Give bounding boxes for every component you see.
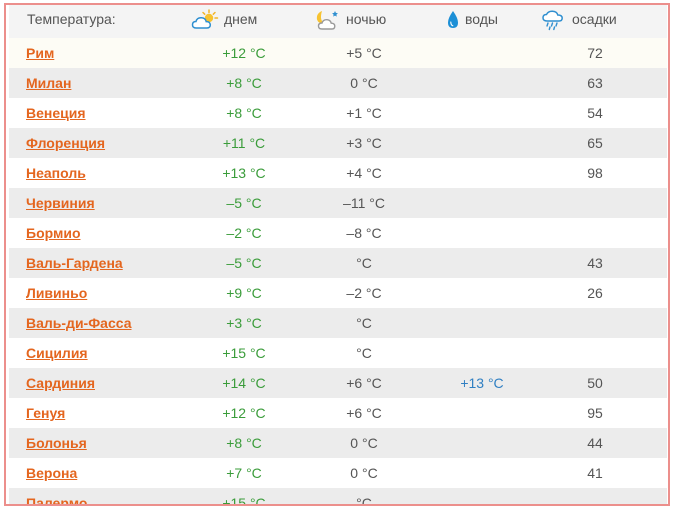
table-row: Сицилия +15 °C °C (9, 338, 667, 368)
water-temperature: +13 °C (460, 375, 504, 391)
night-temperature: °C (356, 255, 372, 271)
header-night-cell: ночью (311, 5, 386, 34)
rain-cloud-icon (541, 9, 567, 31)
table-row: Неаполь +13 °C +4 °C 98 (9, 158, 667, 188)
night-temperature: °C (356, 345, 372, 361)
day-temperature: +12 °C (222, 405, 266, 421)
water-drop-icon (446, 10, 460, 30)
city-link[interactable]: Верона (26, 458, 77, 488)
day-temperature: +8 °C (226, 105, 262, 121)
day-temperature: +14 °C (222, 375, 266, 391)
city-link[interactable]: Валь-Гардена (26, 248, 123, 278)
city-link[interactable]: Сардиния (26, 368, 95, 398)
night-temperature: +5 °C (346, 45, 382, 61)
night-temperature: °C (356, 315, 372, 331)
night-temperature: +4 °C (346, 165, 382, 181)
city-link[interactable]: Ливиньо (26, 278, 87, 308)
precipitation-value: 54 (587, 105, 603, 121)
table-row: Валь-Гардена –5 °C °C 43 (9, 248, 667, 278)
table-row: Флоренция +11 °C +3 °C 65 (9, 128, 667, 158)
header-water-cell: воды (446, 5, 498, 34)
city-link[interactable]: Флоренция (26, 128, 105, 158)
city-link[interactable]: Милан (26, 68, 71, 98)
night-temperature: +3 °C (346, 135, 382, 151)
night-temperature: +6 °C (346, 405, 382, 421)
city-link[interactable]: Валь-ди-Фасса (26, 308, 131, 338)
header-label-cell: Температура: (27, 5, 116, 34)
night-temperature: +6 °C (346, 375, 382, 391)
night-temperature: –2 °C (346, 285, 382, 301)
night-temperature: 0 °C (350, 435, 378, 451)
precipitation-value: 63 (587, 75, 603, 91)
day-temperature: +3 °C (226, 315, 262, 331)
precipitation-value: 44 (587, 435, 603, 451)
day-temperature: +15 °C (222, 495, 266, 506)
table-row: Валь-ди-Фасса +3 °C °C (9, 308, 667, 338)
precipitation-value: 95 (587, 405, 603, 421)
table-row: Верона +7 °C 0 °C 41 (9, 458, 667, 488)
water-label: воды (465, 11, 498, 27)
city-link[interactable]: Сицилия (26, 338, 88, 368)
precipitation-value: 43 (587, 255, 603, 271)
city-link[interactable]: Болонья (26, 428, 87, 458)
table-row: Бормио –2 °C –8 °C (9, 218, 667, 248)
table-row: Генуя +12 °C +6 °C 95 (9, 398, 667, 428)
day-temperature: –5 °C (226, 255, 262, 271)
day-label: днем (224, 11, 258, 27)
precipitation-value: 50 (587, 375, 603, 391)
precipitation-value: 41 (587, 465, 603, 481)
night-temperature: –11 °C (343, 195, 385, 211)
city-link[interactable]: Венеция (26, 98, 86, 128)
night-label: ночью (346, 11, 387, 27)
day-temperature: +12 °C (222, 45, 266, 61)
night-temperature: +1 °C (346, 105, 382, 121)
night-temperature: 0 °C (350, 75, 378, 91)
day-temperature: +7 °C (226, 465, 262, 481)
table-row: Венеция +8 °C +1 °C 54 (9, 98, 667, 128)
day-temperature: +13 °C (222, 165, 266, 181)
moon-cloud-icon (311, 9, 341, 31)
table-row: Сардиния +14 °C +6 °C +13 °C 50 (9, 368, 667, 398)
table-header: Температура: днем ночью воды осадки (9, 5, 667, 38)
table-row: Палермо +15 °C °C (9, 488, 667, 506)
city-link[interactable]: Генуя (26, 398, 65, 428)
city-link[interactable]: Бормио (26, 218, 81, 248)
day-temperature: +11 °C (222, 135, 266, 151)
city-link[interactable]: Рим (26, 38, 54, 68)
precipitation-value: 65 (587, 135, 603, 151)
sun-cloud-icon (191, 8, 219, 31)
day-temperature: –2 °C (226, 225, 262, 241)
temperature-label: Температура: (27, 11, 116, 27)
table-row: Болонья +8 °C 0 °C 44 (9, 428, 667, 458)
weather-table: Температура: днем ночью воды осадки Рим … (4, 3, 670, 506)
day-temperature: +8 °C (226, 435, 262, 451)
precipitation-value: 72 (587, 45, 603, 61)
table-row: Червиния –5 °C –11 °C (9, 188, 667, 218)
table-row: Ливиньо +9 °C –2 °C 26 (9, 278, 667, 308)
header-rain-cell: осадки (541, 5, 617, 34)
city-link[interactable]: Червиния (26, 188, 95, 218)
rain-label: осадки (572, 11, 617, 27)
table-row: Рим +12 °C +5 °C 72 (9, 38, 667, 68)
precipitation-value: 26 (587, 285, 603, 301)
table-body: Рим +12 °C +5 °C 72 Милан +8 °C 0 °C 63 Венеция +… (9, 38, 667, 506)
day-temperature: +8 °C (226, 75, 262, 91)
day-temperature: +9 °C (226, 285, 262, 301)
precipitation-value: 98 (587, 165, 603, 181)
night-temperature: –8 °C (346, 225, 382, 241)
header-day-cell: днем (191, 5, 257, 34)
night-temperature: °C (356, 495, 372, 506)
night-temperature: 0 °C (350, 465, 378, 481)
day-temperature: +15 °C (222, 345, 266, 361)
day-temperature: –5 °C (226, 195, 262, 211)
table-row: Милан +8 °C 0 °C 63 (9, 68, 667, 98)
city-link[interactable]: Палермо (26, 488, 87, 504)
city-link[interactable]: Неаполь (26, 158, 86, 188)
